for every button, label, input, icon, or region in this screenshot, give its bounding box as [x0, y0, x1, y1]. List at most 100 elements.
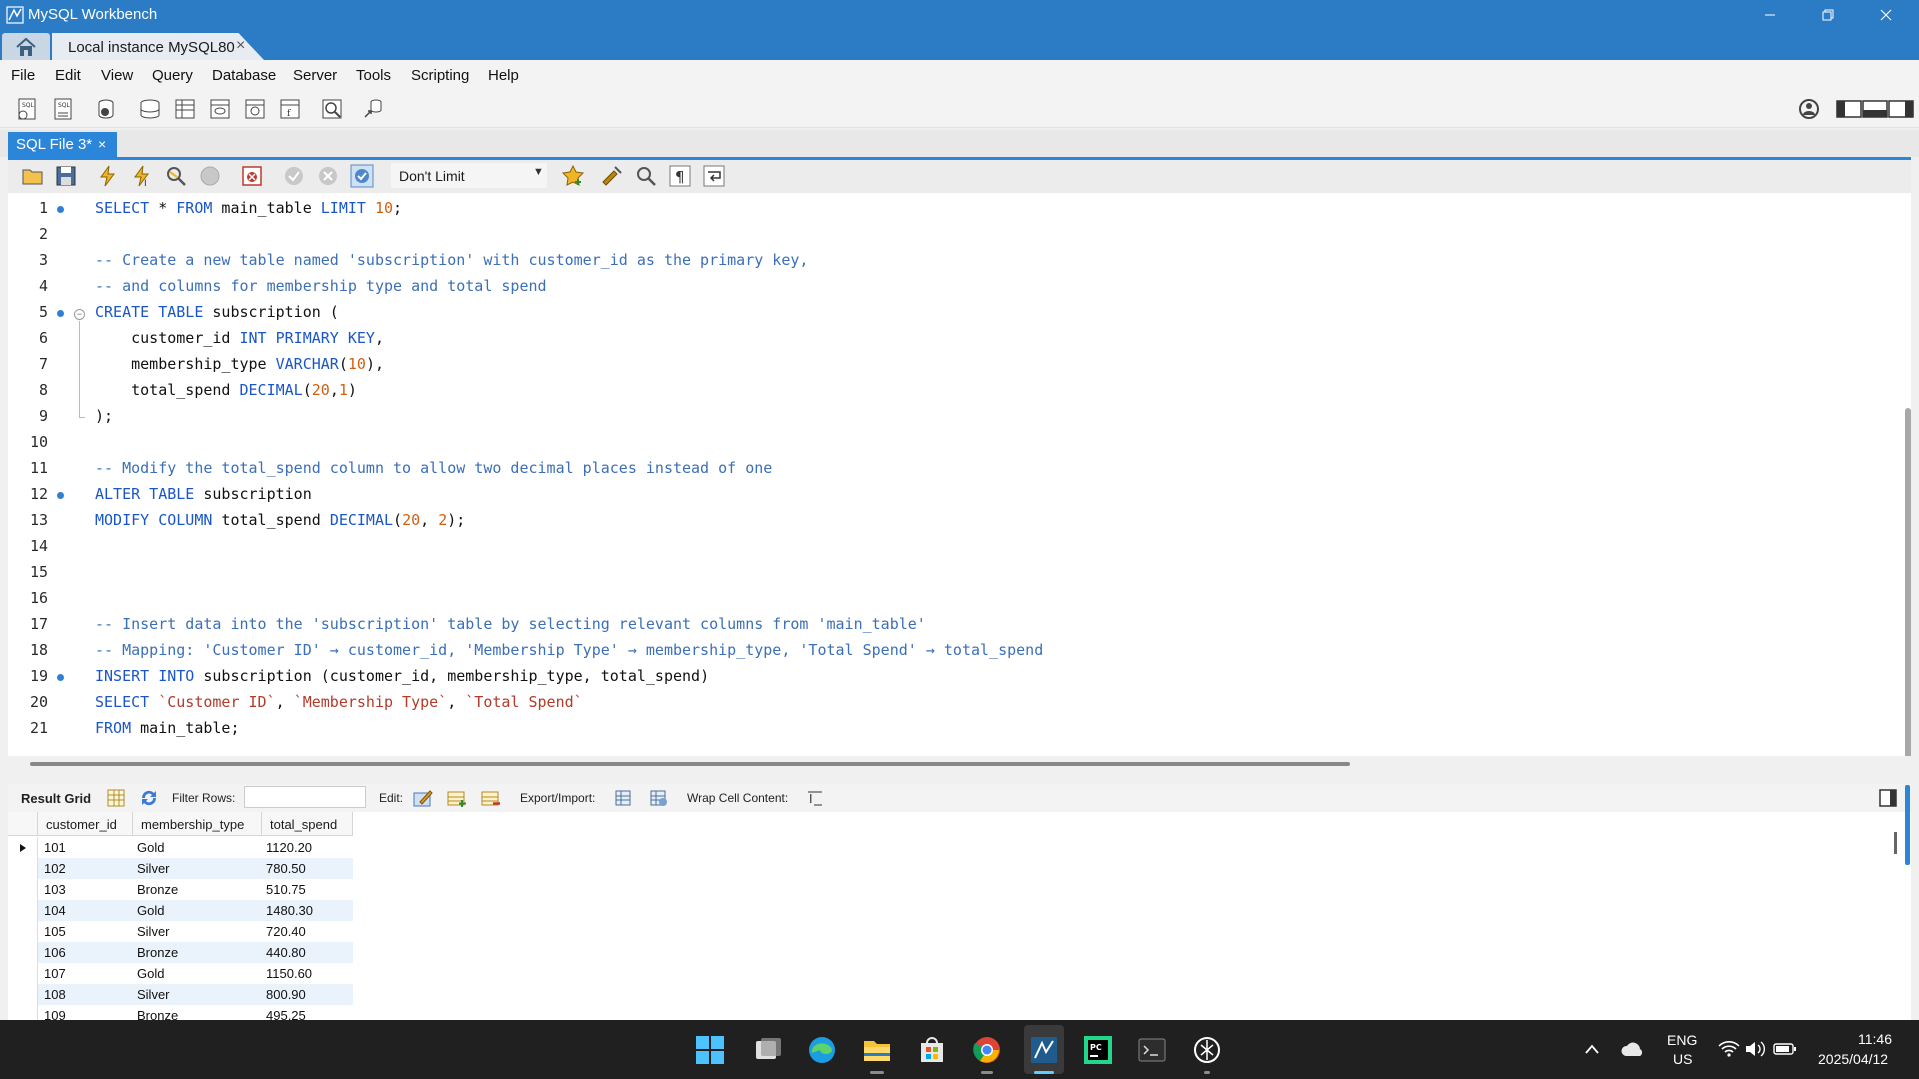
cell-total-spend[interactable]: 780.50: [266, 861, 306, 876]
open-file-icon[interactable]: [21, 164, 45, 188]
cell-membership-type[interactable]: Silver: [137, 987, 170, 1002]
cell-customer-id[interactable]: 109: [44, 1008, 66, 1020]
column-header-membership-type[interactable]: membership_type: [133, 812, 262, 836]
terminal-icon[interactable]: [1136, 1035, 1168, 1065]
table-row[interactable]: 101 Gold 1120.20: [8, 837, 353, 858]
battery-icon[interactable]: [1773, 1041, 1797, 1057]
menu-query[interactable]: Query: [152, 67, 193, 84]
invisible-characters-icon[interactable]: ¶: [668, 164, 692, 188]
reconnect-icon[interactable]: [360, 95, 388, 123]
row-selector[interactable]: [8, 879, 38, 900]
cell-total-spend[interactable]: 1150.60: [266, 966, 312, 981]
onedrive-icon[interactable]: [1621, 1040, 1645, 1058]
table-row[interactable]: 104 Gold 1480.30: [8, 900, 353, 921]
cell-total-spend[interactable]: 495.25: [266, 1008, 306, 1020]
clock-time[interactable]: 11:46: [1858, 1031, 1892, 1047]
toggle-output-icon[interactable]: [1862, 95, 1888, 123]
wrap-cell-icon[interactable]: I: [805, 788, 827, 808]
cell-customer-id[interactable]: 107: [44, 966, 66, 981]
execute-current-icon[interactable]: I: [130, 164, 154, 188]
cell-customer-id[interactable]: 103: [44, 882, 66, 897]
row-selector[interactable]: [8, 963, 38, 984]
fold-toggle-icon[interactable]: −: [74, 309, 85, 320]
edge-browser-icon[interactable]: [806, 1035, 838, 1065]
column-header-customer-id[interactable]: customer_id: [38, 812, 133, 836]
chatgpt-icon[interactable]: [1191, 1035, 1223, 1065]
delete-row-icon[interactable]: [480, 788, 502, 808]
menu-server[interactable]: Server: [293, 67, 337, 84]
editor-vertical-scrollbar[interactable]: [1905, 408, 1911, 756]
restore-button[interactable]: [1799, 0, 1857, 30]
export-icon[interactable]: [613, 788, 635, 808]
rollback-icon[interactable]: [316, 164, 340, 188]
row-selector[interactable]: [8, 837, 38, 858]
clock-date[interactable]: 2025/04/12: [1818, 1051, 1888, 1067]
cell-customer-id[interactable]: 101: [44, 840, 66, 855]
menu-tools[interactable]: Tools: [356, 67, 391, 84]
input-language[interactable]: ENG: [1667, 1032, 1697, 1048]
explain-icon[interactable]: [164, 164, 188, 188]
chrome-browser-icon[interactable]: [971, 1035, 1003, 1065]
row-selector[interactable]: [8, 984, 38, 1005]
row-selector[interactable]: [8, 921, 38, 942]
table-row[interactable]: 108 Silver 800.90: [8, 984, 353, 1005]
create-view-icon[interactable]: [206, 95, 234, 123]
inspector-icon[interactable]: [94, 95, 122, 123]
sql-editor[interactable]: 1 2 3 4 5 6 7 8 9 10 11 12 13 14 15 16 1…: [8, 193, 1911, 756]
save-icon[interactable]: [54, 164, 78, 188]
windows-start-icon[interactable]: [694, 1035, 726, 1065]
toggle-error-continue-icon[interactable]: [240, 164, 264, 188]
chevron-up-icon[interactable]: [1584, 1042, 1600, 1056]
row-selector[interactable]: [8, 942, 38, 963]
cell-membership-type[interactable]: Bronze: [137, 945, 178, 960]
search-table-data-icon[interactable]: [318, 95, 346, 123]
editor-horizontal-scrollbar[interactable]: [30, 762, 1350, 766]
auto-commit-icon[interactable]: [350, 164, 374, 188]
cell-membership-type[interactable]: Gold: [137, 903, 164, 918]
results-side-panel-handle[interactable]: [1905, 785, 1910, 865]
add-snippet-icon[interactable]: [561, 164, 585, 188]
execute-icon[interactable]: [96, 164, 120, 188]
cell-membership-type[interactable]: Bronze: [137, 882, 178, 897]
edit-row-icon[interactable]: [412, 788, 434, 808]
cell-total-spend[interactable]: 800.90: [266, 987, 306, 1002]
row-selector[interactable]: [8, 858, 38, 879]
import-icon[interactable]: [648, 788, 670, 808]
filter-rows-input[interactable]: [244, 786, 366, 808]
result-grid[interactable]: customer_id membership_type total_spend …: [8, 812, 1911, 1020]
sql-file-tab[interactable]: SQL File 3* ×: [8, 132, 117, 157]
find-replace-icon[interactable]: [634, 164, 658, 188]
insert-row-icon[interactable]: [446, 788, 468, 808]
sql-file-tab-close-icon[interactable]: ×: [98, 136, 106, 152]
commit-icon[interactable]: [282, 164, 306, 188]
mysql-workbench-taskbar-item[interactable]: [1024, 1025, 1064, 1074]
cell-customer-id[interactable]: 104: [44, 903, 66, 918]
cell-membership-type[interactable]: Gold: [137, 840, 164, 855]
limit-rows-select[interactable]: Don't Limit ▼: [391, 163, 547, 188]
create-table-icon[interactable]: [171, 95, 199, 123]
menu-help[interactable]: Help: [488, 67, 519, 84]
cell-membership-type[interactable]: Silver: [137, 924, 170, 939]
cell-membership-type[interactable]: Silver: [137, 861, 170, 876]
cell-customer-id[interactable]: 108: [44, 987, 66, 1002]
menu-view[interactable]: View: [101, 67, 133, 84]
open-sql-script-icon[interactable]: SQL: [50, 95, 78, 123]
cell-customer-id[interactable]: 105: [44, 924, 66, 939]
cell-total-spend[interactable]: 720.40: [266, 924, 306, 939]
volume-icon[interactable]: [1744, 1040, 1766, 1058]
toggle-secondary-sidebar-icon[interactable]: [1888, 95, 1914, 123]
cell-total-spend[interactable]: 1480.30: [266, 903, 313, 918]
cell-membership-type[interactable]: Bronze: [137, 1008, 178, 1020]
new-sql-tab-icon[interactable]: SQL: [14, 95, 42, 123]
beautify-icon[interactable]: [600, 164, 624, 188]
connection-tab-close-icon[interactable]: ×: [236, 37, 245, 55]
cell-total-spend[interactable]: 440.80: [266, 945, 306, 960]
cell-customer-id[interactable]: 102: [44, 861, 66, 876]
create-function-icon[interactable]: f: [276, 95, 304, 123]
table-row[interactable]: 105 Silver 720.40: [8, 921, 353, 942]
create-procedure-icon[interactable]: [241, 95, 269, 123]
toggle-results-panel-icon[interactable]: [1877, 788, 1899, 808]
grid-view-icon[interactable]: [105, 788, 127, 808]
result-grid-tab[interactable]: Result Grid: [21, 791, 91, 806]
wifi-icon[interactable]: [1718, 1040, 1740, 1058]
